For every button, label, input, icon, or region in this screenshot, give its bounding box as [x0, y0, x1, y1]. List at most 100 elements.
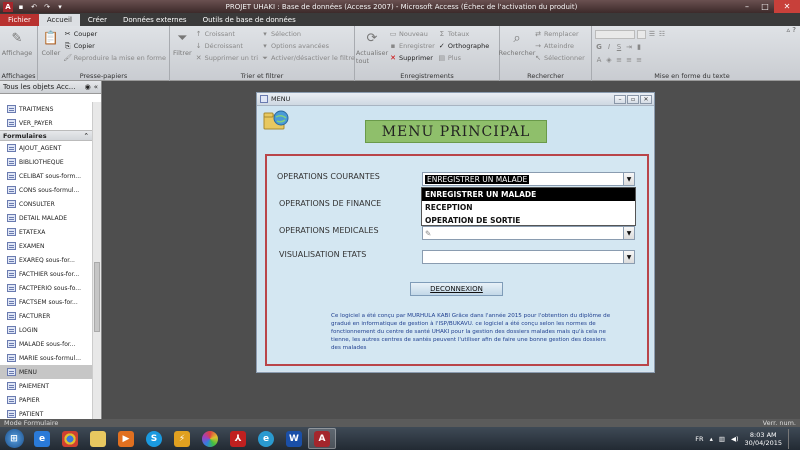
- customize-icon[interactable]: ▾: [55, 2, 65, 12]
- taskbar-winamp[interactable]: ⚡: [168, 428, 196, 449]
- form-restore-button[interactable]: ▫: [627, 94, 639, 104]
- bold-icon[interactable]: G: [595, 43, 603, 51]
- nav-item[interactable]: ETATEXA: [0, 225, 92, 239]
- minimize-button[interactable]: –: [738, 0, 756, 13]
- close-button[interactable]: ✕: [774, 0, 800, 13]
- help-icon[interactable]: ▵ ?: [787, 26, 796, 34]
- selectionner-button[interactable]: ↖ Sélectionner: [534, 53, 585, 63]
- navpane-menu-icon[interactable]: ◉: [85, 83, 91, 91]
- nav-item[interactable]: EXAMEN: [0, 239, 92, 253]
- form-close-button[interactable]: ✕: [640, 94, 652, 104]
- taskbar-acrobat[interactable]: ⅄: [224, 428, 252, 449]
- enregistrer-button[interactable]: ▪ Enregistrer: [389, 41, 435, 51]
- taskbar-skype[interactable]: S: [140, 428, 168, 449]
- reproduire-button[interactable]: 🖌 Reproduire la mise en forme: [63, 53, 166, 63]
- volume-icon[interactable]: ◀): [731, 435, 739, 443]
- nouveau-button[interactable]: ▭ Nouveau: [389, 29, 435, 39]
- decroissant-button[interactable]: ↓ Décroissant: [195, 41, 258, 51]
- nav-item[interactable]: CONSULTER: [0, 197, 92, 211]
- rechercher-button[interactable]: ⌕ Rechercher: [499, 29, 536, 71]
- show-desktop-button[interactable]: [788, 428, 794, 449]
- scrollbar-thumb[interactable]: [94, 262, 100, 332]
- undo-icon[interactable]: ↶: [29, 2, 39, 12]
- dropdown-option[interactable]: ENREGISTRER UN MALADE: [422, 188, 635, 201]
- supprimer-button[interactable]: ✕ Supprimer: [389, 53, 435, 63]
- taskbar-chrome[interactable]: [56, 428, 84, 449]
- nav-item[interactable]: DETAIL MALADE: [0, 211, 92, 225]
- nav-item[interactable]: EXAREQ sous-for...: [0, 253, 92, 267]
- coller-button[interactable]: 📋 Coller: [41, 29, 61, 71]
- maximize-button[interactable]: □: [756, 0, 774, 13]
- deconnexion-button[interactable]: DECONNEXION: [410, 282, 503, 296]
- taskbar-word[interactable]: W: [280, 428, 308, 449]
- nav-item[interactable]: MALADE sous-for...: [0, 337, 92, 351]
- remplacer-button[interactable]: ⇄ Remplacer: [534, 29, 585, 39]
- activer-filtre-button[interactable]: ⏷ Activer/désactiver le filtre: [261, 53, 355, 63]
- tab-accueil[interactable]: Accueil: [38, 14, 80, 26]
- fill-color-icon[interactable]: ◈: [605, 56, 613, 64]
- highlight-icon[interactable]: ▮: [635, 43, 643, 51]
- dropdown-option[interactable]: OPERATION DE SORTIE: [422, 214, 635, 227]
- taskbar-ie[interactable]: e: [28, 428, 56, 449]
- list-number-icon[interactable]: ☷: [658, 30, 666, 38]
- tab-fichier[interactable]: Fichier: [0, 14, 39, 26]
- operations-courantes-combo[interactable]: ENREGISTRER UN MALADE ▼: [422, 172, 635, 186]
- navpane-scrollbar[interactable]: [92, 102, 101, 419]
- croissant-button[interactable]: ↑ Croissant: [195, 29, 258, 39]
- align-center-icon[interactable]: ≡: [625, 56, 633, 64]
- clock[interactable]: 8:03 AM 30/04/2015: [745, 431, 782, 447]
- font-name-box[interactable]: [595, 29, 635, 39]
- chevron-down-icon[interactable]: ▼: [623, 173, 634, 185]
- navpane-header[interactable]: Tous les objets Acc... ◉ «: [0, 81, 101, 94]
- access-icon[interactable]: A: [3, 1, 13, 12]
- nav-item[interactable]: FACTPERIO sous-fo...: [0, 281, 92, 295]
- list-icon[interactable]: ☰: [648, 30, 656, 38]
- start-button[interactable]: ⊞: [0, 428, 28, 449]
- tab-outils-bd[interactable]: Outils de base de données: [195, 14, 304, 26]
- form-minimize-button[interactable]: –: [614, 94, 626, 104]
- plus-button[interactable]: ▤ Plus: [438, 53, 489, 63]
- taskbar-picasa[interactable]: [196, 428, 224, 449]
- taskbar-explorer[interactable]: [84, 428, 112, 449]
- tab-creer[interactable]: Créer: [80, 14, 115, 26]
- supprimer-tri-button[interactable]: ✕ Supprimer un tri: [195, 53, 258, 63]
- operations-medicales-combo[interactable]: ✎ ▼: [422, 226, 635, 240]
- tab-donnees-externes[interactable]: Données externes: [115, 14, 195, 26]
- affichage-button[interactable]: ✎ Affichage: [2, 29, 33, 71]
- align-left-icon[interactable]: ≡: [615, 56, 623, 64]
- dropdown-option[interactable]: RECEPTION: [422, 201, 635, 214]
- nav-item[interactable]: LOGIN: [0, 323, 92, 337]
- network-icon[interactable]: ▥: [719, 435, 725, 443]
- nav-item[interactable]: FACTHIER sous-for...: [0, 267, 92, 281]
- totaux-button[interactable]: Σ Totaux: [438, 29, 489, 39]
- filtrer-button[interactable]: ⏷ Filtrer: [173, 29, 192, 71]
- nav-section-formulaires[interactable]: Formulaires ⌃: [0, 130, 92, 141]
- font-color-icon[interactable]: A: [595, 56, 603, 64]
- nav-item-selected[interactable]: MENU: [0, 365, 92, 379]
- italic-icon[interactable]: I: [605, 43, 613, 51]
- redo-icon[interactable]: ↷: [42, 2, 52, 12]
- couper-button[interactable]: ✂ Couper: [64, 29, 166, 39]
- language-indicator[interactable]: FR: [695, 435, 703, 443]
- taskbar-browser[interactable]: e: [252, 428, 280, 449]
- tray-arrow-icon[interactable]: ▴: [710, 435, 713, 443]
- align-right-icon[interactable]: ≡: [635, 56, 643, 64]
- nav-item[interactable]: TRAITMENS: [0, 102, 92, 116]
- nav-item[interactable]: PAPIER: [0, 393, 92, 407]
- chevron-down-icon[interactable]: ▼: [623, 227, 634, 239]
- indent-icon[interactable]: ⇥: [625, 43, 633, 51]
- selection-button[interactable]: ▾ Sélection: [261, 29, 355, 39]
- orthographe-button[interactable]: ✓ Orthographe: [438, 41, 489, 51]
- nav-item[interactable]: MARIE sous-formul...: [0, 351, 92, 365]
- nav-item[interactable]: CELIBAT sous-form...: [0, 169, 92, 183]
- actualiser-button[interactable]: ⟳ Actualiser tout: [356, 29, 388, 71]
- copier-button[interactable]: ⎘ Copier: [64, 41, 166, 51]
- nav-item[interactable]: PAIEMENT: [0, 379, 92, 393]
- options-avancees-button[interactable]: ▾ Options avancées: [261, 41, 355, 51]
- nav-item[interactable]: AJOUT_AGENT: [0, 141, 92, 155]
- underline-icon[interactable]: S: [615, 43, 623, 51]
- navpane-collapse-icon[interactable]: «: [94, 83, 98, 91]
- nav-item[interactable]: FACTSEM sous-for...: [0, 295, 92, 309]
- nav-item[interactable]: PATIENT: [0, 407, 92, 419]
- atteindre-button[interactable]: → Atteindre: [534, 41, 585, 51]
